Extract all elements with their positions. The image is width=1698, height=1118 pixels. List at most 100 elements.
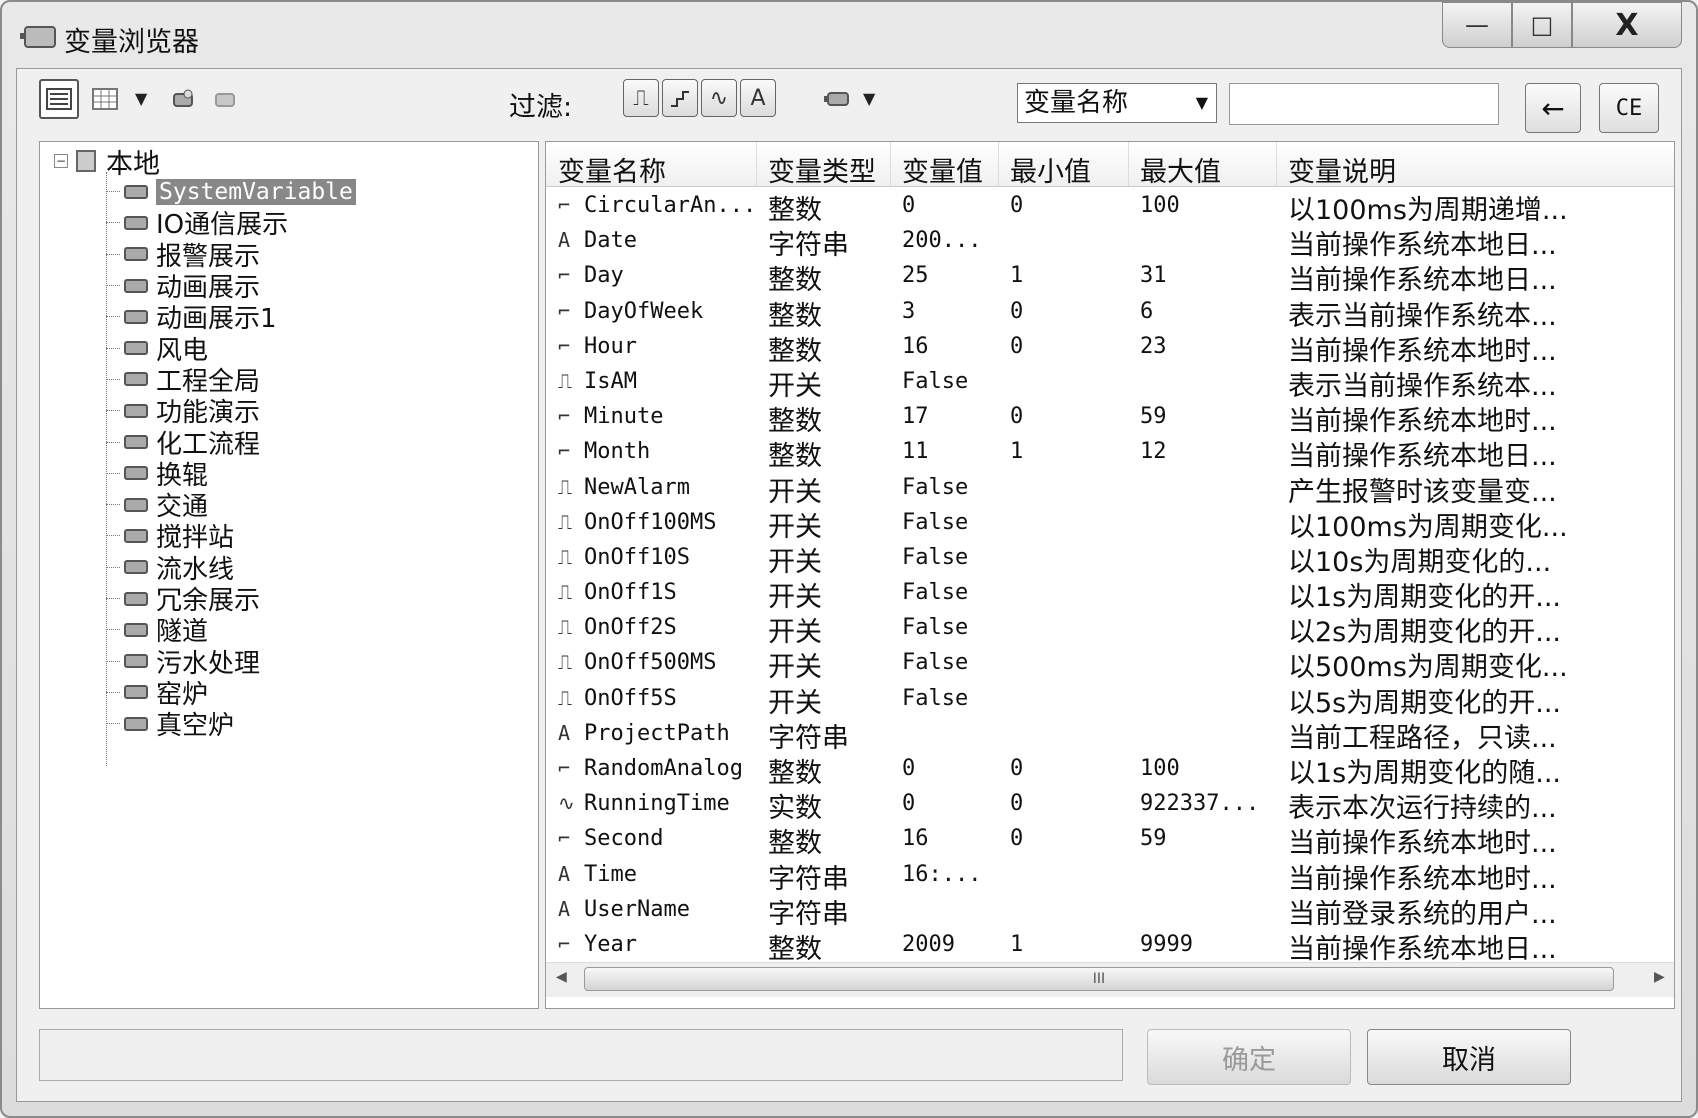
variable-table[interactable]: 变量名称 变量类型 变量值 最小值 最大值 变量说明 ⌐ CircularAn..…	[545, 141, 1675, 1009]
table-row[interactable]: ∿ RunningTime 实数 0 0 922337... 表示本次运行持续的...	[546, 786, 1674, 824]
filter-integer-button[interactable]	[662, 79, 698, 117]
tree-root-node[interactable]: − 本地	[54, 146, 160, 180]
filter-variable-icon[interactable]	[817, 79, 857, 119]
close-button[interactable]: X	[1572, 2, 1682, 48]
scroll-right-icon[interactable]: ▶	[1654, 969, 1665, 985]
cell-value: False	[902, 474, 969, 500]
table-row[interactable]: ⌐ Hour 整数 16 0 23 当前操作系统本地时...	[546, 329, 1674, 367]
table-row[interactable]: A ProjectPath 字符串 当前工程路径，只读...	[546, 716, 1674, 754]
column-divider[interactable]	[998, 142, 999, 186]
search-input[interactable]	[1229, 83, 1499, 125]
horizontal-scrollbar[interactable]: ◀ III ▶	[546, 962, 1674, 997]
table-row[interactable]: ⌐ RandomAnalog 整数 0 0 100 以1s为周期变化的随...	[546, 751, 1674, 789]
variable-group-tree[interactable]: − 本地 SystemVariable IO通信展示 报警展示 动画展示 动画展示1 风电…	[39, 141, 539, 1009]
table-row[interactable]: ⎍ NewAlarm 开关 False 产生报警时该变量变...	[546, 470, 1674, 508]
chevron-down-icon: ▼	[1195, 93, 1208, 112]
column-divider[interactable]	[756, 142, 757, 186]
folder-icon	[76, 150, 96, 172]
table-row[interactable]: ⌐ DayOfWeek 整数 3 0 6 表示当前操作系统本...	[546, 294, 1674, 332]
clear-button[interactable]: CE	[1599, 83, 1659, 133]
scroll-left-icon[interactable]: ◀	[556, 969, 567, 985]
filter-switch-button[interactable]: ⎍	[623, 79, 659, 117]
scroll-thumb[interactable]: III	[584, 967, 1614, 991]
tree-node[interactable]: 交通	[106, 489, 356, 522]
table-row[interactable]: ⎍ OnOff10S 开关 False 以10s为周期变化的...	[546, 540, 1674, 578]
variable-group-icon	[124, 372, 148, 387]
table-row[interactable]: A Date 字符串 200... 当前操作系统本地日...	[546, 223, 1674, 261]
table-row[interactable]: ⎍ OnOff1S 开关 False 以1s为周期变化的开...	[546, 575, 1674, 613]
variable-name: ProjectPath	[584, 720, 730, 746]
tree-node[interactable]: 工程全局	[106, 364, 356, 397]
tree-node[interactable]: 搅拌站	[106, 520, 356, 553]
table-row[interactable]: ⎍ OnOff2S 开关 False 以2s为周期变化的开...	[546, 610, 1674, 648]
table-row[interactable]: ⌐ Month 整数 11 1 12 当前操作系统本地日...	[546, 434, 1674, 472]
column-header-min[interactable]: 最小值	[1010, 150, 1091, 189]
cell-max: 59	[1140, 404, 1167, 430]
cell-value: False	[902, 544, 969, 570]
table-row[interactable]: ⌐ CircularAn... 整数 0 0 100 以100ms为周期递增...	[546, 188, 1674, 226]
view-dropdown-icon[interactable]: ▼	[135, 89, 147, 108]
cell-value: 16	[902, 826, 929, 852]
tree-node[interactable]: SystemVariable	[106, 176, 356, 207]
column-header-max[interactable]: 最大值	[1140, 150, 1221, 189]
table-row[interactable]: ⎍ OnOff5S 开关 False 以5s为周期变化的开...	[546, 681, 1674, 719]
column-header-name[interactable]: 变量名称	[558, 150, 666, 189]
minimize-button[interactable]: —	[1442, 2, 1512, 48]
integer-type-icon: ⌐	[558, 333, 571, 358]
column-divider[interactable]	[890, 142, 891, 186]
cell-description: 当前操作系统本地时...	[1288, 828, 1557, 860]
back-button[interactable]: ←	[1525, 83, 1581, 133]
filter-dropdown-icon[interactable]: ▼	[863, 89, 875, 108]
delete-variable-icon[interactable]	[205, 79, 245, 119]
detail-view-icon[interactable]	[39, 79, 79, 119]
table-row[interactable]: ⎍ OnOff100MS 开关 False 以100ms为周期变化...	[546, 505, 1674, 543]
variable-group-icon	[124, 560, 148, 575]
list-view-icon[interactable]	[85, 79, 125, 119]
tree-node[interactable]: 动画展示	[106, 270, 356, 303]
search-field-select[interactable]: 变量名称 ▼	[1017, 83, 1217, 123]
table-row[interactable]: ⌐ Day 整数 25 1 31 当前操作系统本地日...	[546, 258, 1674, 296]
table-row[interactable]: ⌐ Minute 整数 17 0 59 当前操作系统本地时...	[546, 399, 1674, 437]
cell-name: ⌐ CircularAn...	[558, 193, 756, 218]
title-bar[interactable]: 变量浏览器 — □ X	[2, 2, 1696, 68]
filter-real-button[interactable]: ∿	[701, 79, 737, 117]
column-divider[interactable]	[1128, 142, 1129, 186]
tree-node[interactable]: 化工流程	[106, 426, 356, 460]
cell-description: 表示当前操作系统本...	[1288, 300, 1557, 332]
cell-max: 922337...	[1140, 791, 1260, 817]
cancel-button[interactable]: 取消	[1367, 1029, 1571, 1085]
tree-node[interactable]: 功能演示	[106, 395, 356, 428]
column-header-type[interactable]: 变量类型	[768, 150, 876, 189]
filter-string-button[interactable]: A	[740, 79, 776, 117]
switch-type-icon: ⎍	[633, 85, 649, 111]
tree-node[interactable]: 冗余展示	[106, 583, 356, 616]
tree-node[interactable]: 窑炉	[106, 677, 356, 710]
tree-node[interactable]: 报警展示	[106, 239, 356, 272]
ok-button[interactable]: 确定	[1147, 1029, 1351, 1085]
cell-min: 1	[1010, 263, 1024, 289]
column-divider[interactable]	[1276, 142, 1277, 186]
tree-node[interactable]: 换辊	[106, 458, 356, 491]
tree-branch-line	[106, 691, 120, 693]
table-row[interactable]: ⎍ OnOff500MS 开关 False 以500ms为周期变化...	[546, 645, 1674, 683]
column-header-description[interactable]: 变量说明	[1288, 150, 1396, 189]
tree-node[interactable]: 风电	[106, 332, 356, 366]
tree-node[interactable]: IO通信展示	[106, 207, 356, 240]
cell-type: 字符串	[768, 722, 849, 754]
table-row[interactable]: A Time 字符串 16:... 当前操作系统本地时...	[546, 857, 1674, 895]
tree-node[interactable]: 动画展示1	[106, 301, 356, 334]
variable-name: CircularAn...	[584, 193, 757, 218]
tree-node[interactable]: 污水处理	[106, 645, 356, 679]
column-header-value[interactable]: 变量值	[902, 150, 983, 189]
tree-node[interactable]: 流水线	[106, 552, 356, 585]
table-row[interactable]: ⌐ Year 整数 2009 1 9999 当前操作系统本地日...	[546, 927, 1674, 965]
tree-node[interactable]: 真空炉	[106, 708, 356, 741]
table-row[interactable]: A UserName 字符串 当前登录系统的用户...	[546, 892, 1674, 930]
maximize-button[interactable]: □	[1512, 2, 1572, 48]
table-row[interactable]: ⌐ Second 整数 16 0 59 当前操作系统本地时...	[546, 821, 1674, 859]
collapse-icon[interactable]: −	[54, 154, 68, 168]
table-row[interactable]: ⎍ IsAM 开关 False 表示当前操作系统本...	[546, 364, 1674, 402]
add-variable-icon[interactable]	[163, 79, 203, 119]
tree-node[interactable]: 隧道	[106, 614, 356, 647]
variable-group-icon	[124, 247, 148, 262]
